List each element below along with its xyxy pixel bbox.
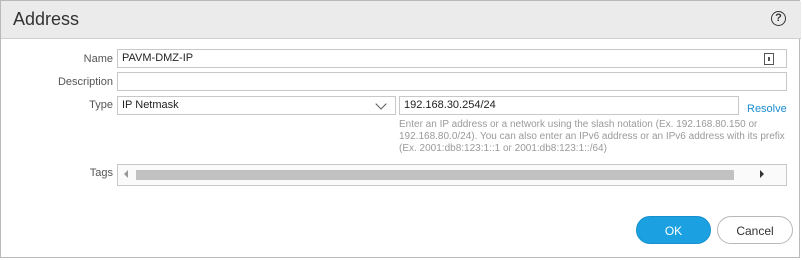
ip-netmask-input[interactable]: 192.168.30.254/24 [399, 96, 739, 115]
chevron-down-icon [375, 98, 387, 110]
cancel-button[interactable]: Cancel [717, 216, 793, 244]
type-select[interactable]: IP Netmask [117, 96, 396, 115]
ok-button[interactable]: OK [636, 216, 711, 244]
tags-label: Tags [89, 167, 113, 179]
ip-help-text: Enter an IP address or a network using t… [399, 119, 791, 155]
dialog-titlebar: Address ? [1, 1, 801, 39]
scroll-left-icon[interactable] [124, 170, 128, 178]
resolve-link[interactable]: Resolve [747, 103, 787, 115]
type-label: Type [89, 99, 113, 111]
name-label: Name [83, 53, 113, 65]
name-value: PAVM-DMZ-IP [122, 52, 194, 64]
type-selected-value: IP Netmask [122, 99, 179, 111]
ip-netmask-value: 192.168.30.254/24 [404, 99, 496, 111]
help-line: 192.168.80.0/24). You can also enter an … [399, 131, 785, 142]
help-line: (Ex. 2001:db8:123:1::1 or 2001:db8:123:1… [399, 143, 607, 154]
vault-icon[interactable] [764, 53, 774, 65]
help-line: Enter an IP address or a network using t… [399, 119, 758, 130]
description-label: Description [57, 76, 113, 88]
help-icon[interactable]: ? [771, 11, 786, 26]
dialog-title: Address [13, 9, 80, 29]
scroll-right-icon[interactable] [760, 170, 764, 178]
description-input[interactable] [117, 72, 787, 91]
address-dialog: Address ? Name PAVM-DMZ-IP Description T… [0, 0, 801, 258]
name-input[interactable]: PAVM-DMZ-IP [117, 49, 787, 68]
tags-input[interactable] [117, 164, 787, 186]
horizontal-scrollbar-thumb[interactable] [136, 170, 734, 180]
